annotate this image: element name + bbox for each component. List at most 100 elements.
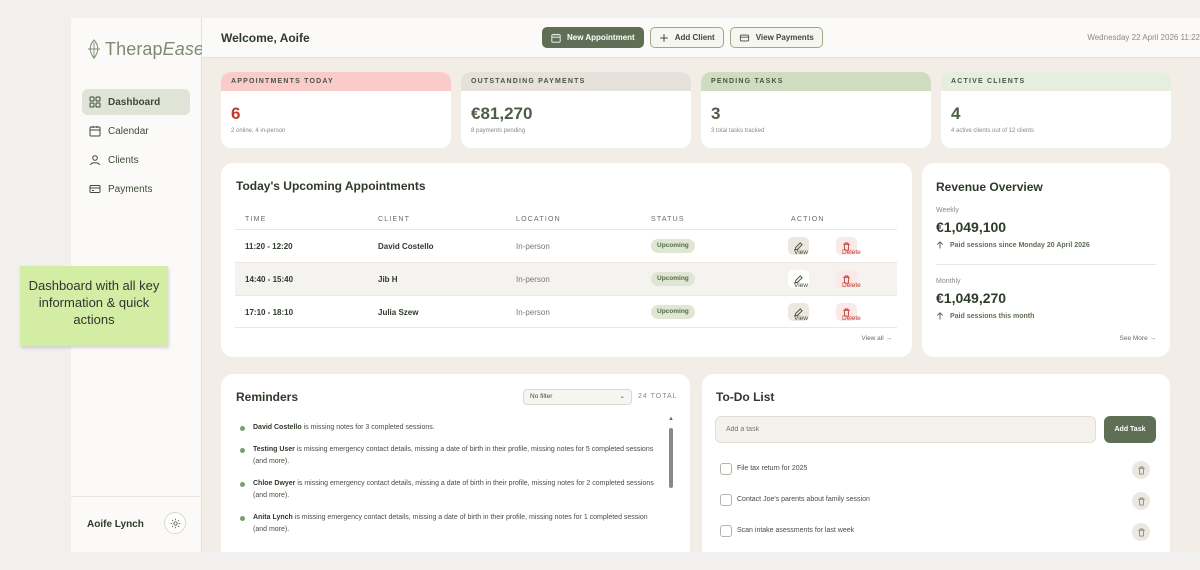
sidebar-item-label: Calendar <box>108 125 149 137</box>
reminder-client: Testing User <box>253 446 295 453</box>
column-header: CLIENT <box>378 216 411 223</box>
stat-title: PENDING TASKS <box>701 72 931 91</box>
task-checkbox[interactable] <box>720 525 732 537</box>
new-appointment-button[interactable]: New Appointment <box>542 27 644 48</box>
delete-task-button[interactable] <box>1132 523 1150 541</box>
appointment-time: 11:20 - 12:20 <box>245 242 293 251</box>
delete-label: Delete <box>842 249 861 256</box>
weekly-revenue: €1,049,100 <box>936 219 1007 235</box>
sidebar-item-clients[interactable]: Clients <box>82 147 190 173</box>
appointment-time: 17:10 - 18:10 <box>245 308 294 317</box>
appointment-client: Julia Szew <box>378 308 419 317</box>
divider <box>936 264 1156 265</box>
add-task-button[interactable]: Add Task <box>1104 416 1156 443</box>
stat-title: ACTIVE CLIENTS <box>941 72 1171 91</box>
delete-appointment-button[interactable]: Delete <box>836 303 861 322</box>
delete-appointment-button[interactable]: Delete <box>836 237 861 256</box>
revenue-title: Revenue Overview <box>936 180 1043 194</box>
appointment-location: In-person <box>516 275 550 284</box>
stat-title: OUTSTANDING PAYMENTS <box>461 72 691 91</box>
column-header: STATUS <box>651 216 685 223</box>
leaf-logo-icon <box>88 39 100 59</box>
quick-actions: New Appointment Add Client View Payments <box>542 27 823 48</box>
see-more-link[interactable]: See More → <box>1120 335 1157 342</box>
view-payments-label: View Payments <box>755 33 814 42</box>
table-row: 17:10 - 18:10 Julia Szew In-person Upcom… <box>235 295 897 328</box>
add-client-button[interactable]: Add Client <box>649 27 724 48</box>
view-appointment-button[interactable]: View <box>788 237 809 256</box>
list-item: Chloe Dwyer is missing emergency contact… <box>240 478 660 502</box>
revenue-card: Revenue Overview Weekly €1,049,100 Paid … <box>922 163 1170 357</box>
stat-value: €81,270 <box>471 104 533 123</box>
appointment-location: In-person <box>516 308 550 317</box>
reminder-text: is missing emergency contact details, mi… <box>253 480 654 499</box>
plus-icon <box>659 33 668 42</box>
list-item: Anita Lynch is missing emergency contact… <box>240 512 660 536</box>
appointment-client: Jib H <box>378 275 398 284</box>
sidebar-item-dashboard[interactable]: Dashboard <box>82 89 190 115</box>
table-row: 14:40 - 15:40 Jib H In-person Upcoming V… <box>235 262 897 295</box>
delete-task-button[interactable] <box>1132 492 1150 510</box>
stat-subtext: 4 active clients out of 12 clients <box>951 128 1035 134</box>
stat-appointments-today: APPOINTMENTS TODAY 6 2 online, 4 in-pers… <box>221 72 451 148</box>
list-item: Testing User is missing emergency contac… <box>240 444 660 468</box>
arrow-up-icon <box>936 241 944 249</box>
list-item: David Costello is missing notes for 3 co… <box>240 422 660 434</box>
view-all-link[interactable]: View all → <box>861 335 892 342</box>
task-label: Scan intake asessments for last week <box>737 527 855 534</box>
stat-subtext: 3 total tasks tracked <box>711 128 765 134</box>
table-row: 11:20 - 12:20 David Costello In-person U… <box>235 229 897 262</box>
appointment-client: David Costello <box>378 242 434 251</box>
delete-label: Delete <box>842 315 861 322</box>
stat-outstanding-payments: OUTSTANDING PAYMENTS €81,270 8 payments … <box>461 72 691 148</box>
add-task-input[interactable] <box>715 416 1096 443</box>
task-label: File tax return for 2025 <box>737 465 808 472</box>
annotation-note: Dashboard with all key information & qui… <box>20 266 168 346</box>
filter-value: No filter <box>530 393 553 400</box>
task-label: Contact Joe's parents about family sessi… <box>737 496 870 503</box>
column-header: ACTION <box>791 216 825 223</box>
todo-card: To-Do List Add Task File tax return for … <box>702 374 1170 552</box>
view-appointment-button[interactable]: View <box>788 270 809 289</box>
list-item: Scan intake asessments for last week <box>720 523 1160 541</box>
task-checkbox[interactable] <box>720 463 732 475</box>
stat-active-clients: ACTIVE CLIENTS 4 4 active clients out of… <box>941 72 1171 148</box>
trash-icon <box>1137 527 1145 537</box>
reminder-text: is missing emergency contact details, mi… <box>253 446 654 465</box>
task-checkbox[interactable] <box>720 494 732 506</box>
view-payments-button[interactable]: View Payments <box>729 27 823 48</box>
stat-subtext: 8 payments pending <box>471 128 526 134</box>
scrollbar-thumb[interactable] <box>669 428 673 488</box>
scrollbar[interactable]: ▲ <box>668 416 674 552</box>
delete-task-button[interactable] <box>1132 461 1150 479</box>
column-header: TIME <box>245 216 267 223</box>
logo-text: TherapEase <box>105 38 205 59</box>
view-label: View <box>794 249 808 256</box>
reminder-text: is missing notes for 3 completed session… <box>301 424 435 431</box>
view-appointment-button[interactable]: View <box>788 303 809 322</box>
weekly-label: Weekly <box>936 207 959 214</box>
monthly-note-text: Paid sessions this month <box>950 312 1035 320</box>
sidebar-item-payments[interactable]: Payments <box>82 176 190 202</box>
card-icon <box>739 34 749 41</box>
trash-icon <box>1137 496 1145 506</box>
sidebar-item-calendar[interactable]: Calendar <box>82 118 190 144</box>
reminders-total: 24 TOTAL <box>638 393 678 400</box>
scroll-up-icon[interactable]: ▲ <box>668 416 674 422</box>
reminder-client: Anita Lynch <box>253 514 293 521</box>
sidebar-item-label: Dashboard <box>108 96 161 108</box>
chevron-down-icon: ⌄ <box>619 393 625 400</box>
delete-appointment-button[interactable]: Delete <box>836 270 861 289</box>
monthly-revenue: €1,049,270 <box>936 290 1007 306</box>
current-date: Wednesday 22 April 2026 11:22 <box>1087 33 1200 42</box>
add-client-label: Add Client <box>674 33 715 42</box>
settings-button[interactable] <box>164 512 186 534</box>
appointments-card: Today's Upcoming Appointments TIME CLIEN… <box>221 163 912 357</box>
reminder-filter-select[interactable]: No filter ⌄ <box>523 389 632 405</box>
sidebar-user: Aoife Lynch <box>71 496 202 552</box>
arrow-up-icon <box>936 312 944 320</box>
list-item: Contact Joe's parents about family sessi… <box>720 492 1160 510</box>
view-label: View <box>794 282 808 289</box>
card-icon <box>89 185 101 193</box>
grid-icon <box>89 96 101 108</box>
